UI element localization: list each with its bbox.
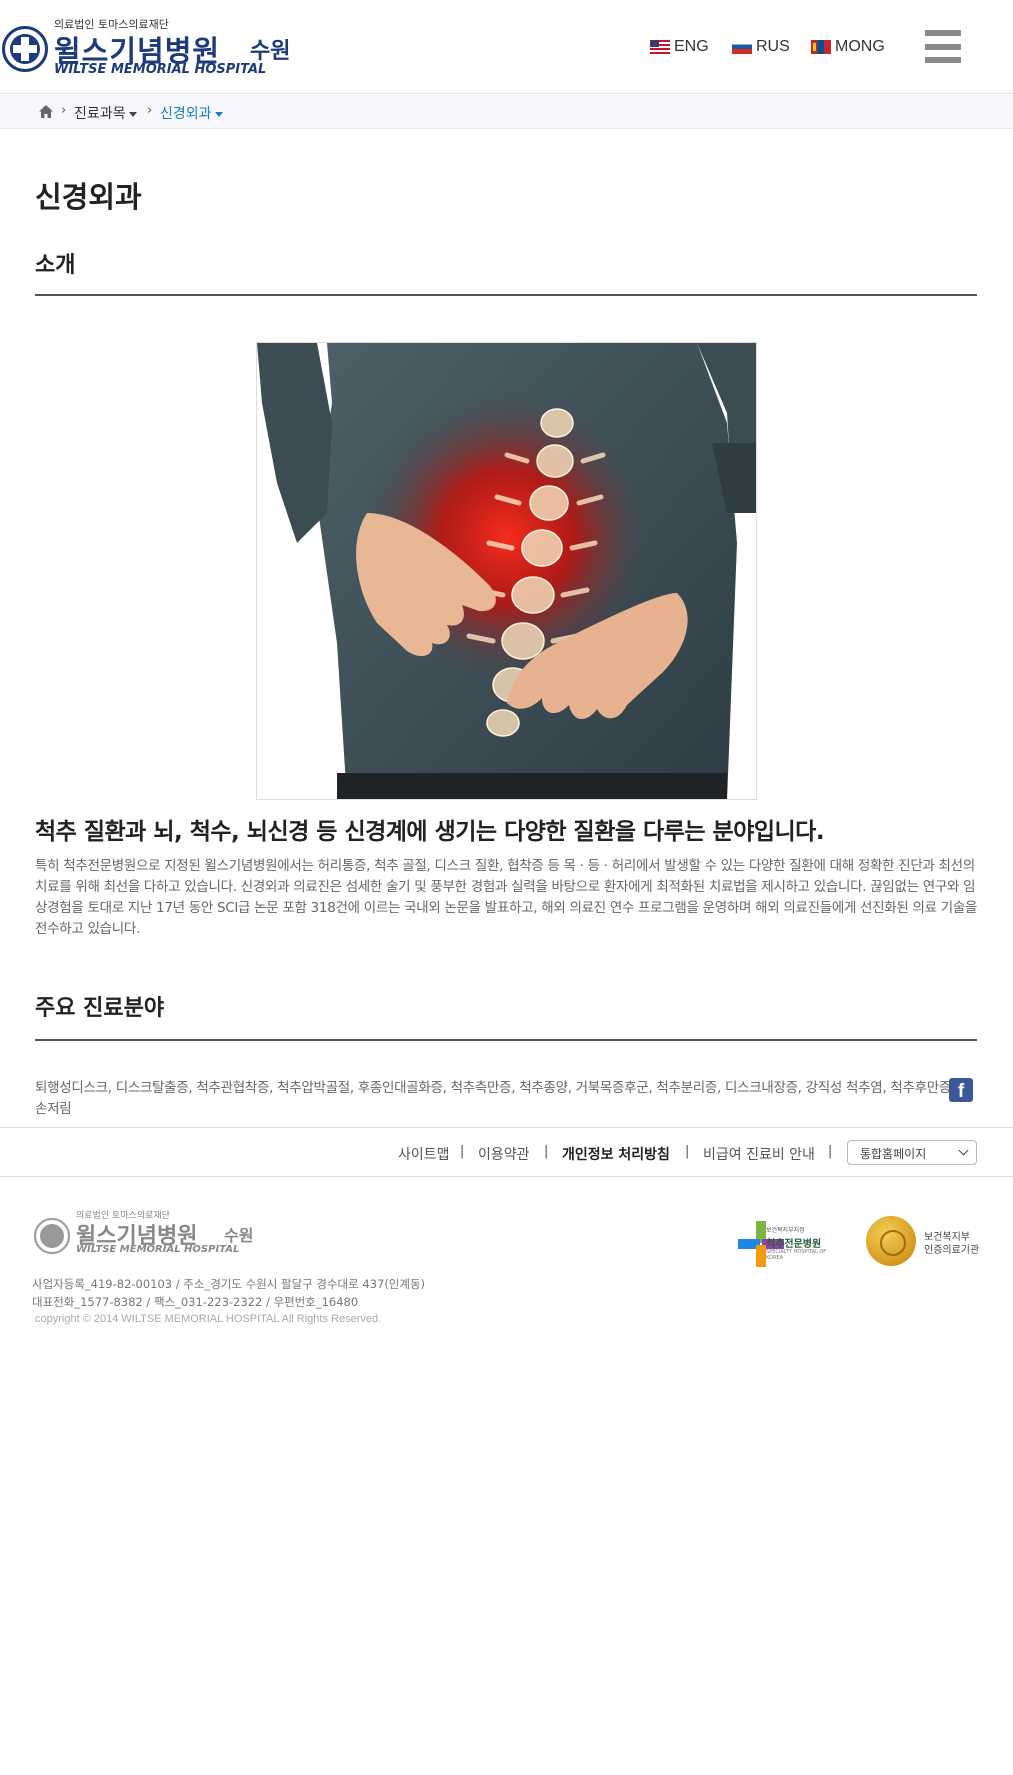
certification-medal-icon [866, 1216, 916, 1266]
footer-link-sitemap[interactable]: 사이트맵 [398, 1144, 450, 1164]
page-title: 신경외과 [35, 180, 142, 214]
site-header: 의료법인 토마스의료재단 윌스기념병원 수원 WILTSE MEMORIAL H… [0, 0, 1013, 94]
lang-eng-label: ENG [674, 38, 709, 55]
lang-mong-label: MONG [835, 38, 885, 55]
footer-link-separator: | [544, 1144, 549, 1159]
footer-link-separator: | [460, 1144, 465, 1159]
intro-lead: 척추 질환과 뇌, 척수, 뇌신경 등 신경계에 생기는 다양한 질환을 다루는… [35, 819, 825, 845]
back-pain-illustration [256, 342, 757, 800]
footer-contact-info: 대표전화_1577-8382 / 팩스_031-223-2322 / 우편번호_… [32, 1295, 359, 1309]
ru-flag-icon [732, 40, 752, 54]
certified-institution-badge: 보건복지부 인증의료기관 [866, 1214, 981, 1268]
footer-link-privacy[interactable]: 개인정보 처리방침 [562, 1144, 670, 1164]
hospital-logo[interactable]: 의료법인 토마스의료재단 윌스기념병원 수원 WILTSE MEMORIAL H… [0, 14, 300, 80]
footer-logo-name-english: WILTSE MEMORIAL HOSPITAL [76, 1244, 240, 1255]
copyright: copyright © 2014 WILTSE MEMORIAL HOSPITA… [35, 1313, 382, 1325]
home-icon[interactable] [39, 105, 53, 118]
caret-down-icon [214, 111, 223, 117]
chevron-down-icon [958, 1145, 969, 1156]
footer-logo: 의료법인 토마스의료재단 윌스기념병원 수원 WILTSE MEMORIAL H… [32, 1208, 272, 1258]
specialty-badge-title: 척추전문병원 [766, 1239, 822, 1250]
hamburger-menu-icon[interactable] [925, 30, 961, 64]
footer-link-separator: | [828, 1144, 833, 1159]
logo-city: 수원 [250, 39, 291, 64]
footer-nav: 사이트맵 | 이용약관 | 개인정보 처리방침 | 비급여 진료비 안내 | 통… [0, 1127, 1013, 1177]
breadcrumb-item-label: 신경외과 [160, 106, 212, 122]
section-divider [35, 1039, 977, 1041]
footer-link-terms[interactable]: 이용약관 [478, 1144, 530, 1164]
certified-badge-line2: 인증의료기관 [924, 1245, 980, 1256]
breadcrumb-separator: › [147, 103, 153, 118]
family-site-select-value: 통합홈페이지 [860, 1147, 927, 1161]
footer-business-info: 사업자등록_419-82-00103 / 주소_경기도 수원시 팔달구 경수대로… [32, 1277, 426, 1291]
specialty-badge-small: 보건복지부지정 [766, 1227, 805, 1234]
us-flag-icon [650, 40, 670, 54]
intro-description: 특히 척추전문병원으로 지정된 윌스기념병원에서는 허리통증, 척추 골절, 디… [35, 858, 978, 937]
lang-mong-link[interactable]: MONG [811, 36, 885, 58]
family-site-select[interactable]: 통합홈페이지 [847, 1140, 977, 1165]
footer-link-separator: | [685, 1144, 690, 1159]
mn-flag-icon [811, 40, 831, 54]
hospital-emblem-icon [2, 26, 48, 72]
breadcrumb-item-neurosurgery[interactable]: 신경외과 [160, 103, 223, 123]
specialty-hospital-badge: 보건복지부지정 척추전문병원 SPECIALTY HOSPITAL OF KOR… [738, 1215, 834, 1267]
lang-rus-label: RUS [756, 38, 790, 55]
footer-link-nonpay-fees[interactable]: 비급여 진료비 안내 [703, 1144, 815, 1164]
breadcrumb-item-departments[interactable]: 진료과목 [74, 103, 137, 123]
lang-eng-link[interactable]: ENG [650, 36, 709, 58]
section-divider [35, 294, 977, 296]
specialty-badge-english: SPECIALTY HOSPITAL OF KOREA [766, 1249, 827, 1261]
footer-logo-city: 수원 [224, 1226, 254, 1245]
lang-rus-link[interactable]: RUS [732, 36, 790, 58]
intro-heading: 소개 [35, 253, 76, 278]
hospital-emblem-icon [34, 1218, 70, 1254]
logo-name-english: WILTSE MEMORIAL HOSPITAL [54, 62, 267, 77]
breadcrumb-item-label: 진료과목 [74, 106, 126, 122]
caret-down-icon [128, 111, 137, 117]
treatment-areas-text: 퇴행성디스크, 디스크탈출증, 척추관협착증, 척추압박골절, 후종인대골화증,… [35, 1080, 955, 1117]
areas-heading: 주요 진료분야 [35, 996, 165, 1021]
facebook-icon[interactable]: f [949, 1078, 973, 1102]
breadcrumb: › 진료과목 › 신경외과 [0, 95, 1013, 129]
breadcrumb-separator: › [61, 103, 67, 118]
